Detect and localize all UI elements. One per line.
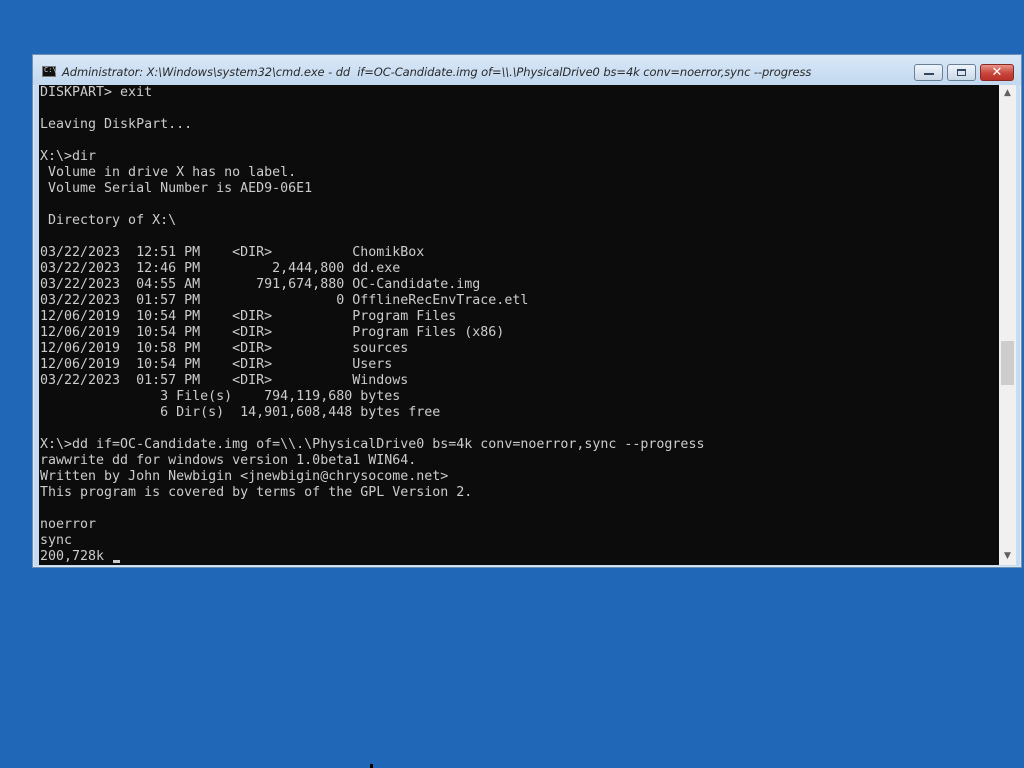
console-line-text: 200,728k — [40, 549, 113, 564]
console-line: 12/06/2019 10:54 PM <DIR> Program Files … — [40, 325, 999, 341]
console-line-text: 03/22/2023 01:57 PM 0 OfflineRecEnvTrace… — [40, 293, 529, 308]
console-cursor-wrap — [112, 549, 121, 565]
console-line: 3 File(s) 794,119,680 bytes — [40, 389, 999, 405]
console-line-text: 12/06/2019 10:58 PM <DIR> sources — [40, 341, 409, 356]
console-line: 03/22/2023 04:55 AM 791,674,880 OC-Candi… — [40, 277, 999, 293]
window-title: Administrator: X:\Windows\system32\cmd.e… — [62, 65, 812, 79]
console-line-text: 03/22/2023 12:46 PM 2,444,800 dd.exe — [40, 261, 401, 276]
console-line-text: 03/22/2023 01:57 PM <DIR> Windows — [40, 373, 409, 388]
console-line: sync — [40, 533, 999, 549]
console-line-text: 6 Dir(s) 14,901,608,448 bytes free — [40, 405, 441, 420]
console-line: Volume in drive X has no label. — [40, 165, 999, 181]
title-bar[interactable]: C:\ Administrator: X:\Windows\system32\c… — [33, 55, 1021, 85]
console-line-text: 12/06/2019 10:54 PM <DIR> Program Files — [40, 309, 457, 324]
console-line: Volume Serial Number is AED9-06E1 — [40, 181, 999, 197]
cmd-icon-glyph: C:\ — [44, 66, 57, 74]
console-line: 12/06/2019 10:54 PM <DIR> Program Files — [40, 309, 999, 325]
console-line: noerror — [40, 517, 999, 533]
console-line-text: Volume in drive X has no label. — [40, 165, 297, 180]
console-line-text: Written by John Newbigin <jnewbigin@chry… — [40, 469, 449, 484]
console-line: Leaving DiskPart... — [40, 117, 999, 133]
console-line-text: X:\>dir — [40, 149, 97, 164]
console-line: 03/22/2023 01:57 PM 0 OfflineRecEnvTrace… — [40, 293, 999, 309]
console-line: X:\>dd if=OC-Candidate.img of=\\.\Physic… — [40, 437, 999, 453]
console-output-area[interactable]: DISKPART> exit Leaving DiskPart... X:\>dir… — [39, 85, 999, 565]
scroll-up-arrow-icon[interactable]: ▲ — [999, 85, 1016, 102]
close-button[interactable]: ✕ — [980, 64, 1014, 81]
console-line-text: Leaving DiskPart... — [40, 117, 193, 132]
desktop-background: C:\ Administrator: X:\Windows\system32\c… — [0, 0, 1024, 768]
console-line: 03/22/2023 12:51 PM <DIR> ChomikBox — [40, 245, 999, 261]
console-line: DISKPART> exit — [40, 85, 999, 101]
maximize-icon — [957, 69, 966, 76]
console-line-text: sync — [40, 533, 73, 548]
console-line: 200,728k — [40, 549, 999, 565]
scroll-down-arrow-icon[interactable]: ▼ — [999, 548, 1016, 565]
console-line: rawwrite dd for windows version 1.0beta1… — [40, 453, 999, 469]
console-line-text: This program is covered by terms of the … — [40, 485, 473, 500]
console-line: 6 Dir(s) 14,901,608,448 bytes free — [40, 405, 999, 421]
console-text: DISKPART> exit Leaving DiskPart... X:\>dir… — [39, 85, 999, 565]
console-line-text: 03/22/2023 04:55 AM 791,674,880 OC-Candi… — [40, 277, 481, 292]
mouse-pointer-icon — [370, 764, 373, 768]
console-line-text: Volume Serial Number is AED9-06E1 — [40, 181, 313, 196]
console-line: 03/22/2023 12:46 PM 2,444,800 dd.exe — [40, 261, 999, 277]
console-line: This program is covered by terms of the … — [40, 485, 999, 501]
console-line-text: noerror — [40, 517, 97, 532]
console-line-text: X:\>dd if=OC-Candidate.img of=\\.\Physic… — [40, 437, 705, 452]
console-line: 12/06/2019 10:54 PM <DIR> Users — [40, 357, 999, 373]
console-line-text: 03/22/2023 12:51 PM <DIR> ChomikBox — [40, 245, 425, 260]
console-line: 03/22/2023 01:57 PM <DIR> Windows — [40, 373, 999, 389]
cmd-window[interactable]: C:\ Administrator: X:\Windows\system32\c… — [32, 54, 1022, 568]
console-line-text: 3 File(s) 794,119,680 bytes — [40, 389, 401, 404]
maximize-button[interactable] — [947, 64, 976, 81]
console-line: 12/06/2019 10:58 PM <DIR> sources — [40, 341, 999, 357]
console-line-text: DISKPART> exit — [40, 85, 153, 100]
console-line: Written by John Newbigin <jnewbigin@chry… — [40, 469, 999, 485]
console-line: Directory of X:\ — [40, 213, 999, 229]
console-line-text: rawwrite dd for windows version 1.0beta1… — [40, 453, 417, 468]
cmd-icon[interactable]: C:\ — [42, 66, 57, 77]
text-cursor — [113, 560, 121, 563]
console-line: X:\>dir — [40, 149, 999, 165]
console-line-text: Directory of X:\ — [40, 213, 177, 228]
scroll-thumb[interactable] — [1001, 341, 1014, 385]
minimize-icon — [924, 73, 934, 75]
close-icon: ✕ — [991, 65, 1003, 80]
minimize-button[interactable] — [914, 64, 943, 81]
console-line-text: 12/06/2019 10:54 PM <DIR> Users — [40, 357, 393, 372]
vertical-scrollbar[interactable]: ▲ ▼ — [999, 85, 1016, 565]
console-line-text: 12/06/2019 10:54 PM <DIR> Program Files … — [40, 325, 505, 340]
